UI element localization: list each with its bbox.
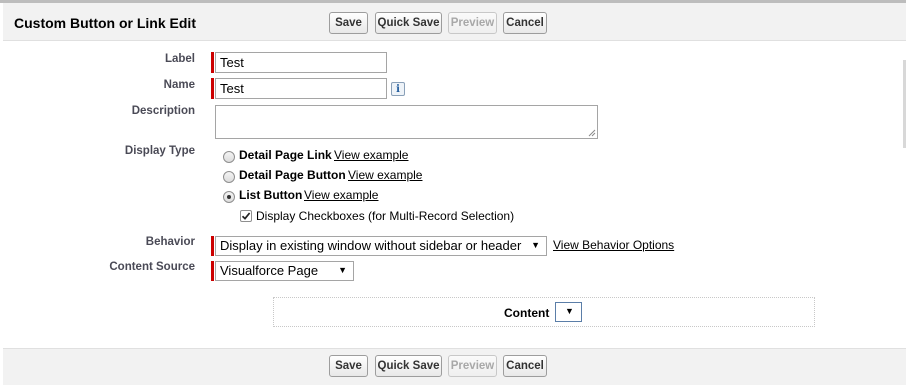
required-indicator — [211, 236, 214, 256]
content-source-label: Content Source — [109, 261, 195, 273]
display-checkboxes-label: Display Checkboxes (for Multi-Record Sel… — [256, 209, 515, 223]
view-behavior-options-link[interactable]: View Behavior Options — [553, 238, 674, 252]
chevron-down-icon: ▼ — [338, 265, 347, 275]
radio-detail-page-link[interactable] — [223, 151, 235, 163]
behavior-select-value: Display in existing window without sideb… — [220, 238, 522, 253]
view-example-link-2[interactable]: View example — [348, 168, 422, 182]
behavior-select[interactable]: Display in existing window without sideb… — [215, 236, 547, 256]
option-detail-page-button: Detail Page Button — [239, 168, 346, 182]
save-button-bottom[interactable]: Save — [329, 355, 368, 377]
content-source-select[interactable]: Visualforce Page ▼ — [215, 261, 354, 281]
required-indicator — [211, 52, 214, 73]
required-indicator — [211, 261, 214, 281]
label-input[interactable] — [215, 52, 387, 73]
resize-grip-icon[interactable] — [588, 129, 596, 137]
radio-list-button[interactable] — [223, 191, 235, 203]
preview-button-bottom[interactable]: Preview — [448, 355, 497, 377]
preview-button-top[interactable]: Preview — [448, 12, 497, 34]
name-input[interactable] — [215, 78, 387, 99]
display-checkboxes-checkbox[interactable] — [240, 210, 252, 222]
required-indicator — [211, 78, 214, 99]
label-field-label: Label — [164, 53, 195, 65]
radio-detail-page-button[interactable] — [223, 171, 235, 183]
behavior-label: Behavior — [145, 236, 195, 248]
content-label: Content — [504, 306, 550, 320]
display-type-label: Display Type — [124, 145, 195, 157]
page-title: Custom Button or Link Edit — [14, 15, 196, 31]
edit-page: Custom Button or Link Edit Save Quick Sa… — [0, 0, 906, 385]
info-icon[interactable]: i — [391, 82, 405, 96]
chevron-down-icon: ▼ — [531, 240, 540, 250]
name-field-label: Name — [163, 79, 195, 91]
content-source-select-value: Visualforce Page — [220, 263, 319, 278]
cancel-button-bottom[interactable]: Cancel — [503, 355, 547, 377]
option-detail-page-link: Detail Page Link — [239, 148, 332, 162]
chevron-down-icon: ▼ — [565, 306, 574, 316]
quick-save-button-top[interactable]: Quick Save — [375, 12, 442, 34]
checkmark-icon — [241, 212, 251, 220]
view-example-link-3[interactable]: View example — [304, 188, 378, 202]
save-button-top[interactable]: Save — [329, 12, 368, 34]
view-example-link-1[interactable]: View example — [334, 148, 408, 162]
quick-save-button-bottom[interactable]: Quick Save — [375, 355, 442, 377]
description-textarea[interactable] — [215, 105, 598, 139]
option-list-button: List Button — [239, 188, 303, 202]
content-select[interactable]: ▼ — [555, 302, 582, 322]
cancel-button-top[interactable]: Cancel — [503, 12, 547, 34]
description-field-label: Description — [131, 105, 195, 117]
